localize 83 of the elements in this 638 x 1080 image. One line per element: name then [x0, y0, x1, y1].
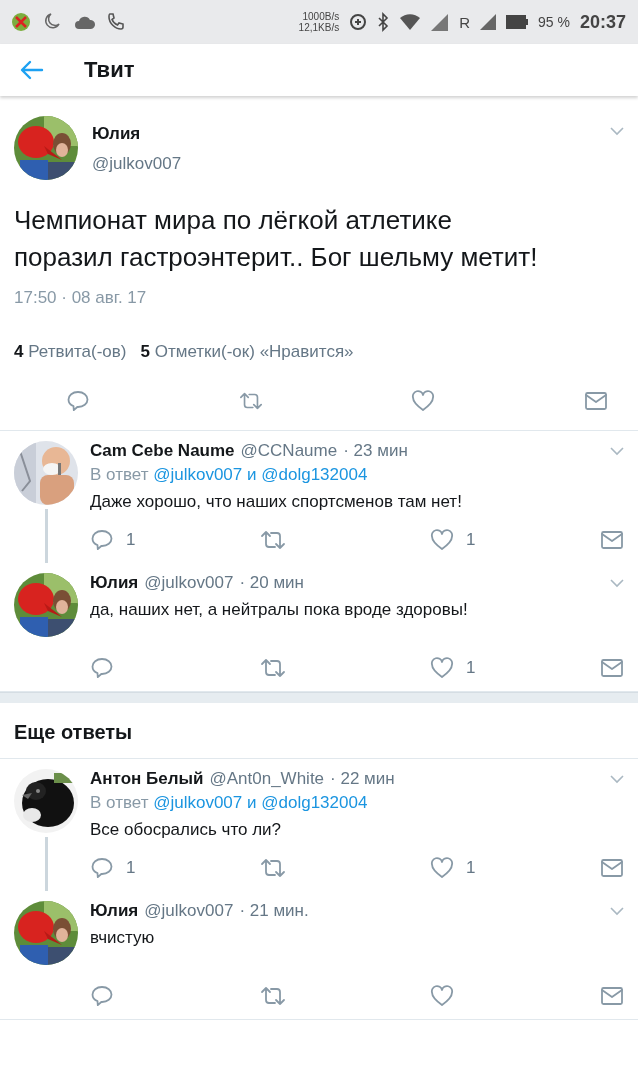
- cloud-icon: [74, 14, 96, 30]
- author-name: Юлия: [90, 901, 139, 921]
- user-link[interactable]: @dolg132004: [261, 793, 368, 812]
- reply-text: да, наших нет, а нейтралы пока вроде здоровы!: [90, 599, 469, 621]
- reply-button[interactable]: [66, 390, 90, 412]
- chevron-icon[interactable]: [610, 578, 624, 588]
- heart-icon: [430, 529, 454, 551]
- mail-icon: [583, 391, 608, 411]
- heart-icon: [430, 857, 454, 879]
- clock: 20:37: [579, 11, 626, 33]
- back-arrow-icon[interactable]: [20, 60, 44, 80]
- retweet-icon: [238, 391, 263, 411]
- reply-text: Даже хорошо, что наших спортсменов там нет!: [90, 491, 463, 513]
- data-saver-icon: [349, 13, 368, 31]
- retweet-button[interactable]: [238, 390, 263, 412]
- reply-text: вчистую: [90, 927, 156, 949]
- author-handle: @julkov007: [92, 154, 183, 174]
- battery-percent: 95 %: [538, 14, 570, 30]
- reply-button[interactable]: 1: [90, 529, 150, 551]
- like-button[interactable]: 1: [430, 857, 490, 879]
- reply-to-text: В ответ @julkov007 и @dolg132004: [90, 793, 369, 813]
- comment-icon: [90, 529, 114, 551]
- mail-icon: [600, 530, 624, 550]
- reply-text: Все обосрались что ли?: [90, 819, 283, 841]
- phone-icon: [106, 12, 126, 32]
- author-name: Юлия: [90, 573, 139, 593]
- like-button[interactable]: [411, 390, 436, 412]
- reply-time: · 23 мин: [343, 441, 408, 461]
- mail-icon: [600, 986, 624, 1006]
- author-name: Cam Cebe Naume: [90, 441, 235, 461]
- heart-icon: [430, 985, 454, 1007]
- tweet-text: Чемпионат мира по лёгкой атлетике поразил гастроэнтерит.. Бог шельму метит!: [14, 204, 539, 274]
- timestamp: 17:50 · 08 авг. 17: [14, 288, 148, 308]
- chevron-icon[interactable]: [610, 906, 624, 916]
- section-title: Еще ответы: [0, 703, 638, 759]
- reply-button[interactable]: 1: [90, 857, 150, 879]
- comment-icon: [90, 985, 114, 1007]
- reply-time: · 22 мин: [330, 769, 395, 789]
- chevron-icon[interactable]: [610, 446, 624, 456]
- page-title: Твит: [84, 57, 135, 83]
- author-handle: @julkov007: [144, 901, 234, 921]
- wifi-icon: [399, 14, 422, 30]
- signal-icon: [480, 14, 497, 30]
- chevron-icon[interactable]: [610, 126, 624, 136]
- upload-speed: 1000B/s: [302, 11, 340, 22]
- retweet-icon: [260, 658, 286, 678]
- message-button[interactable]: [583, 390, 608, 412]
- reply-to-text: В ответ @julkov007 и @dolg132004: [90, 465, 369, 485]
- message-button[interactable]: [600, 529, 624, 551]
- retweet-icon: [260, 530, 286, 550]
- message-button[interactable]: [600, 985, 624, 1007]
- message-button[interactable]: [600, 657, 624, 679]
- user-link[interactable]: @dolg132004: [261, 465, 368, 484]
- author-name: Юлия: [92, 124, 142, 144]
- comment-icon: [66, 390, 90, 412]
- user-link[interactable]: @julkov007: [153, 793, 243, 812]
- mail-icon: [600, 658, 624, 678]
- like-button[interactable]: 1: [430, 529, 490, 551]
- bluetooth-icon: [377, 12, 390, 32]
- author-handle: @julkov007: [144, 573, 234, 593]
- stat-count[interactable]: 4 Ретвита(-ов): [14, 342, 127, 362]
- android-icon: [10, 11, 32, 33]
- retweet-icon: [260, 986, 286, 1006]
- chevron-icon[interactable]: [610, 774, 624, 784]
- reply-time: · 20 мин: [239, 573, 304, 593]
- mail-icon: [600, 858, 624, 878]
- comment-icon: [90, 857, 114, 879]
- author-handle: @Ant0n_White: [209, 769, 325, 789]
- signal-icon: [431, 13, 450, 31]
- like-button[interactable]: 1: [430, 657, 490, 679]
- user-link[interactable]: @julkov007: [153, 465, 243, 484]
- message-button[interactable]: [600, 857, 624, 879]
- heart-icon: [411, 390, 436, 412]
- heart-icon: [430, 657, 454, 679]
- author-handle: @CCNaume: [240, 441, 338, 461]
- retweet-icon: [260, 858, 286, 878]
- stat-count[interactable]: 5 Отметки(-ок) «Нравится»: [140, 342, 354, 362]
- battery-icon: [506, 14, 529, 30]
- author-name: Антон Белый: [90, 769, 204, 789]
- network-type: R: [459, 13, 471, 31]
- comment-icon: [90, 657, 114, 679]
- reply-time: · 21 мин.: [239, 901, 309, 921]
- download-speed: 12,1KB/s: [298, 22, 340, 33]
